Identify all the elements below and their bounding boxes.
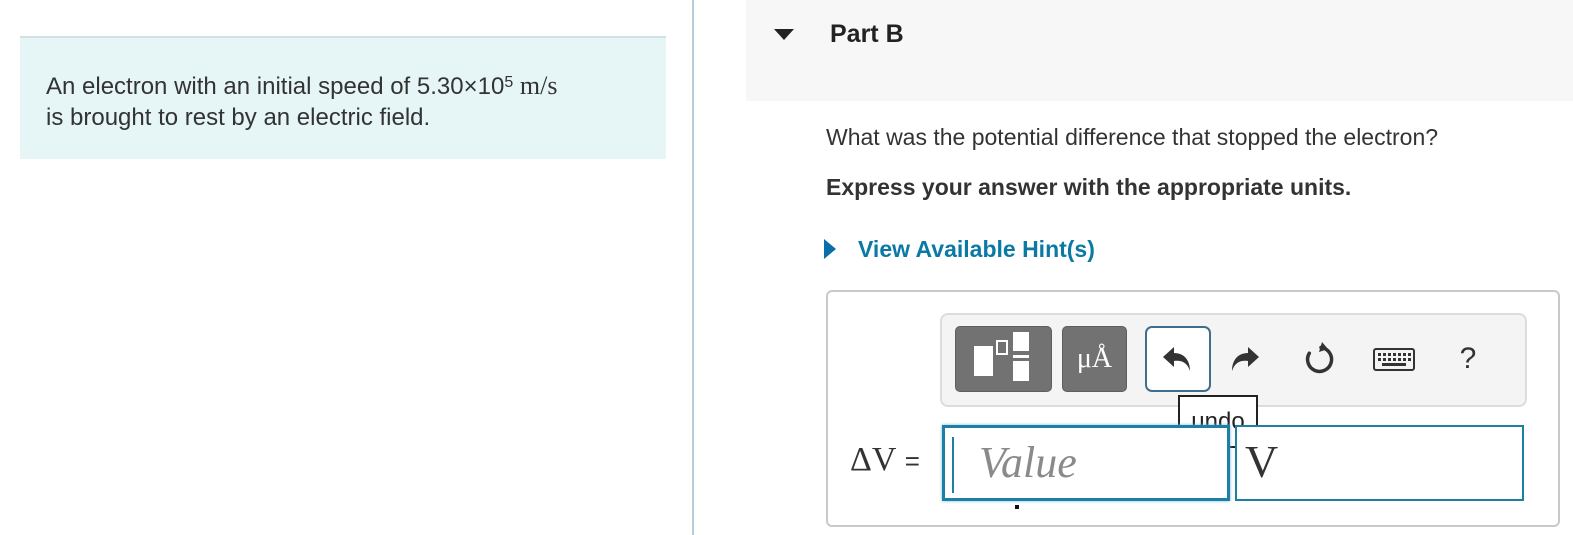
value-input[interactable]: Value: [942, 425, 1230, 501]
part-header[interactable]: [746, 0, 1573, 101]
text-cursor: [952, 437, 954, 493]
help-button[interactable]: ?: [1448, 338, 1488, 380]
problem-text-end: is brought to rest by an electric field.: [46, 104, 431, 131]
variable-symbol: ΔV: [850, 441, 897, 478]
redo-icon: [1232, 347, 1259, 371]
keyboard-icon: [1373, 348, 1415, 371]
collapse-caret-icon[interactable]: [774, 29, 794, 40]
view-hints-link[interactable]: View Available Hint(s): [824, 234, 1095, 264]
units-value: V: [1245, 436, 1279, 487]
units-input[interactable]: V: [1235, 425, 1524, 501]
question-text: What was the potential difference that s…: [826, 124, 1439, 150]
units-button[interactable]: μÅ: [1062, 326, 1127, 392]
instruction-text: Express your answer with the appropriate…: [826, 174, 1352, 200]
undo-button[interactable]: [1145, 326, 1211, 392]
undo-icon: [1163, 347, 1190, 371]
panel-divider: [692, 0, 694, 535]
problem-statement: An electron with an initial speed of 5.3…: [20, 36, 666, 159]
hint-link-label: View Available Hint(s): [858, 235, 1095, 262]
answer-variable-label: ΔV =: [850, 441, 920, 479]
reset-icon: [1305, 342, 1334, 374]
redo-button[interactable]: [1222, 336, 1266, 382]
templates-icon: [974, 332, 1029, 381]
keyboard-button[interactable]: [1370, 342, 1418, 378]
problem-units: m/s: [519, 71, 558, 100]
value-placeholder: Value: [979, 438, 1077, 487]
reset-button[interactable]: [1296, 336, 1340, 382]
problem-text-start: An electron with an initial speed of 5.3…: [46, 73, 505, 100]
problem-exponent: 5: [504, 74, 514, 91]
part-title[interactable]: Part B: [830, 20, 904, 49]
equals-sign: =: [904, 446, 920, 476]
templates-button[interactable]: [955, 326, 1052, 392]
expand-caret-icon: [824, 239, 836, 259]
units-button-label: μÅ: [1076, 343, 1113, 374]
mouse-pointer-dot: [1015, 505, 1019, 509]
